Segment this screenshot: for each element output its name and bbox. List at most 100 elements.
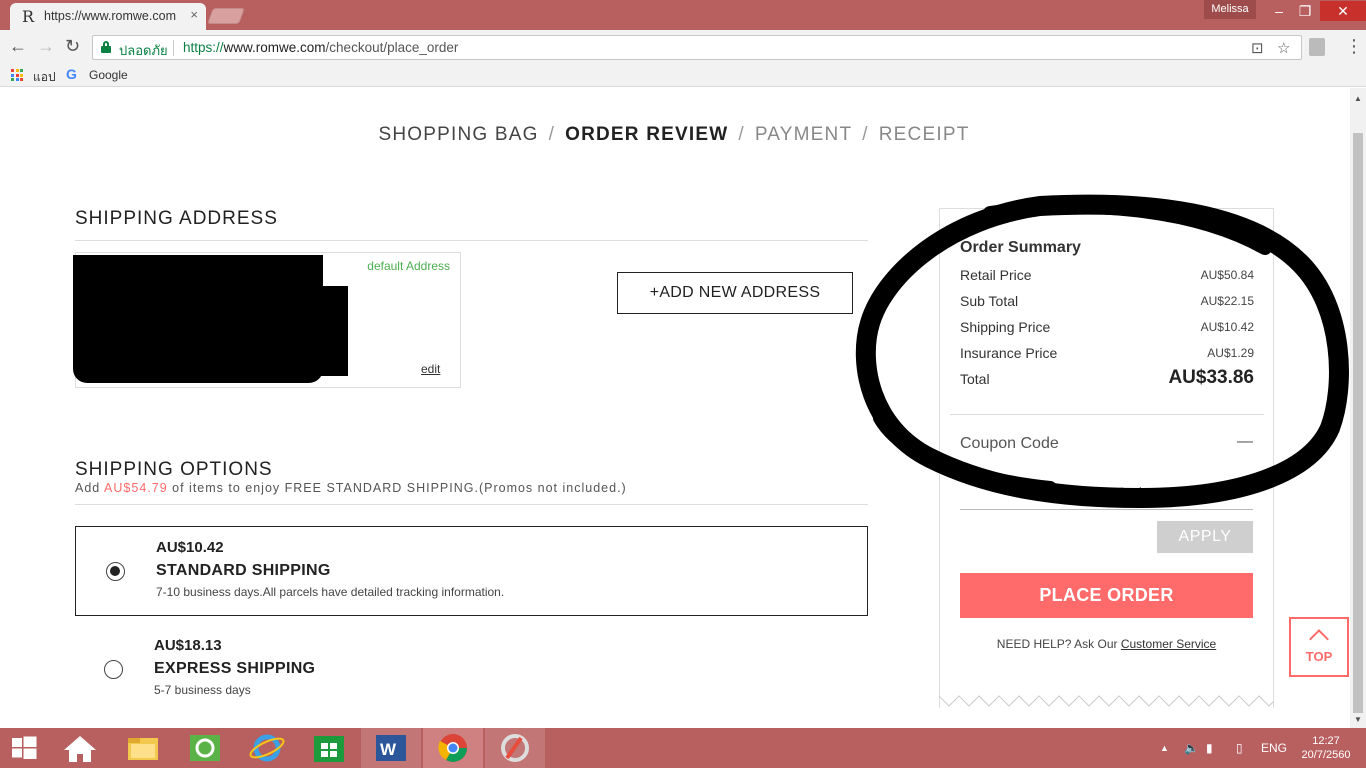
word-icon[interactable]: W (361, 728, 421, 768)
summary-row-insurance: Insurance Price AU$1.29 (960, 345, 1254, 361)
back-icon[interactable]: ← (9, 36, 27, 56)
home-icon[interactable] (50, 728, 110, 768)
apply-coupon-button[interactable]: APPLY (1157, 521, 1253, 553)
customer-service-link[interactable]: Customer Service (1121, 637, 1216, 651)
help-prefix: NEED HELP? Ask Our (996, 637, 1118, 651)
tray-expand-icon[interactable]: ▲ (1160, 743, 1169, 753)
shipping-price: AU$10.42 (156, 539, 224, 556)
profile-button[interactable]: Melissa (1204, 0, 1256, 19)
apps-grid-icon[interactable] (11, 69, 23, 81)
summary-label: Shipping Price (960, 319, 1051, 335)
summary-row-total: Total AU$33.86 (960, 367, 1254, 388)
url-scheme: https:// (183, 40, 224, 55)
scroll-up-icon[interactable]: ▲ (1354, 94, 1362, 103)
free-shipping-note: Add AU$54.79 of items to enjoy FREE STAN… (75, 481, 627, 495)
shipping-address-title: SHIPPING ADDRESS (75, 208, 278, 229)
redacted-address (73, 255, 323, 383)
summary-row-retail: Retail Price AU$50.84 (960, 267, 1254, 283)
free-note-amount: AU$54.79 (104, 481, 168, 495)
address-bar[interactable]: ปลอดภัย https://www.romwe.com/checkout/p… (92, 35, 1302, 60)
step-separator: / (862, 124, 869, 145)
url-path: /checkout/place_order (325, 40, 459, 55)
bookmark-star-icon[interactable]: ☆ (1277, 39, 1290, 57)
lock-icon (101, 41, 111, 53)
app-green-icon[interactable] (175, 728, 235, 768)
internet-explorer-icon[interactable] (237, 728, 297, 768)
add-new-address-button[interactable]: +ADD NEW ADDRESS (617, 272, 853, 314)
summary-row-subtotal: Sub Total AU$22.15 (960, 293, 1254, 309)
summary-label: Sub Total (960, 293, 1019, 309)
help-text: NEED HELP? Ask Our Customer Service (940, 637, 1273, 651)
coupon-input[interactable] (960, 474, 1253, 510)
address-card[interactable]: default Address edit (73, 252, 461, 388)
back-to-top-button[interactable]: TOP (1289, 617, 1349, 677)
translate-icon[interactable]: ⊡ (1251, 39, 1264, 57)
redacted-address-part (316, 286, 348, 376)
svg-text:W: W (380, 740, 397, 759)
browser-tab[interactable]: R https://www.romwe.com × (10, 3, 206, 30)
windows-store-icon[interactable] (299, 728, 359, 768)
order-summary-panel: Order Summary Retail Price AU$50.84 Sub T… (939, 208, 1274, 708)
pdf-extension-icon[interactable] (1309, 38, 1325, 56)
forward-icon[interactable]: → (37, 36, 55, 56)
browser-titlebar: R https://www.romwe.com × Melissa – ❐ ✕ (0, 0, 1366, 30)
checkout-page: SHOPPING BAG / ORDER REVIEW / PAYMENT / RECEIP… (0, 88, 1350, 728)
summary-value: AU$10.42 (1200, 320, 1254, 334)
bookmarks-bar: แอป G Google (0, 64, 1366, 87)
top-label: TOP (1305, 649, 1333, 664)
input-language[interactable]: ENG (1261, 741, 1287, 755)
total-label: Total (960, 371, 990, 387)
system-clock[interactable]: 12:27 20/7/2560 (1296, 734, 1356, 762)
url-host: www.romwe.com (223, 40, 326, 55)
secure-label: ปลอดภัย (119, 43, 168, 58)
tab-title: https://www.romwe.com (44, 9, 176, 23)
volume-icon[interactable]: 🔈 (1184, 741, 1199, 755)
reload-icon[interactable]: ↻ (65, 36, 80, 56)
chrome-icon[interactable] (423, 728, 483, 768)
restore-icon[interactable]: ❐ (1290, 1, 1320, 21)
window-close-icon[interactable]: ✕ (1320, 1, 1366, 21)
place-order-button[interactable]: PLACE ORDER (960, 573, 1253, 618)
tab-close-icon[interactable]: × (190, 7, 198, 22)
edit-address-link[interactable]: edit (421, 362, 440, 376)
page-scrollbar[interactable]: ▲ ▼ (1350, 88, 1366, 728)
snipping-tool-icon[interactable] (485, 728, 545, 768)
google-icon: G (66, 66, 77, 82)
step-separator: / (548, 124, 556, 145)
coupon-code-label[interactable]: Coupon Code (960, 435, 1059, 453)
shipping-description: 7-10 business days.All parcels have deta… (156, 585, 505, 599)
url-text: https://www.romwe.com/checkout/place_ord… (183, 40, 458, 55)
bookmark-apps[interactable]: แอป (33, 68, 56, 87)
shipping-option-express[interactable]: AU$18.13 EXPRESS SHIPPING 5-7 business d… (75, 625, 868, 715)
order-summary-title: Order Summary (960, 239, 1081, 256)
shipping-description: 5-7 business days (154, 683, 251, 697)
battery-icon[interactable]: ▯ (1236, 741, 1243, 755)
summary-divider (950, 414, 1264, 415)
shipping-option-standard[interactable]: AU$10.42 STANDARD SHIPPING 7-10 business… (75, 526, 868, 616)
step-shopping-bag[interactable]: SHOPPING BAG (379, 124, 539, 145)
shipping-options-title: SHIPPING OPTIONS (75, 459, 273, 480)
scroll-thumb[interactable] (1353, 133, 1363, 713)
romwe-favicon-icon: R (22, 7, 35, 26)
total-value: AU$33.86 (1168, 367, 1254, 388)
summary-value: AU$50.84 (1200, 268, 1254, 282)
shipping-radio-standard[interactable] (106, 562, 125, 581)
scroll-down-icon[interactable]: ▼ (1354, 715, 1362, 724)
free-note-suffix: of items to enjoy FREE STANDARD SHIPPING… (172, 481, 627, 495)
file-explorer-icon[interactable] (113, 728, 173, 768)
collapse-icon[interactable]: — (1237, 433, 1253, 451)
default-address-label: default Address (367, 259, 450, 273)
step-receipt: RECEIPT (878, 124, 970, 145)
step-separator: / (738, 124, 745, 145)
step-payment: PAYMENT (754, 124, 853, 145)
shipping-radio-express[interactable] (104, 660, 123, 679)
network-icon[interactable]: ▮ (1206, 741, 1213, 755)
chrome-menu-icon[interactable]: ⋮ (1345, 36, 1363, 57)
section-divider (75, 240, 868, 241)
omnibox-divider (173, 40, 174, 56)
summary-value: AU$1.29 (1207, 346, 1254, 360)
section-divider (75, 504, 868, 505)
new-tab-button[interactable] (207, 8, 245, 24)
bookmark-google[interactable]: Google (89, 68, 128, 82)
checkout-steps: SHOPPING BAG / ORDER REVIEW / PAYMENT / RECEIP… (0, 124, 1348, 146)
